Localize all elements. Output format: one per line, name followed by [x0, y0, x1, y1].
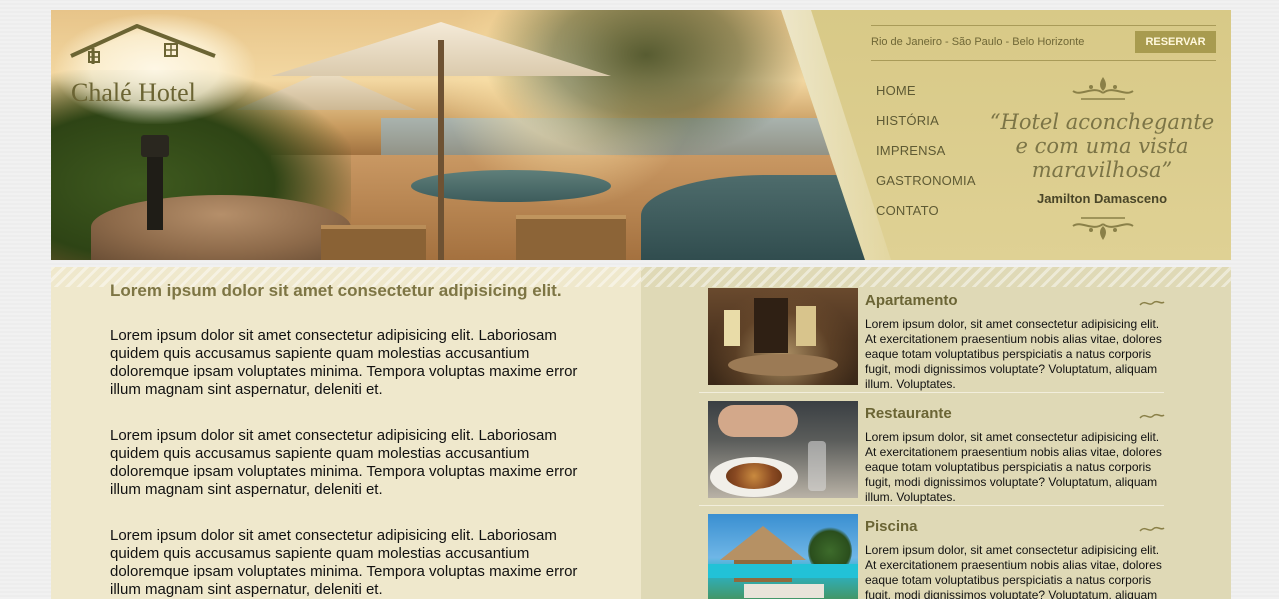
nav-item-gastronomia[interactable]: GASTRONOMIA — [876, 173, 976, 203]
feature-card-apartamento[interactable]: Apartamento Lorem ipsum dolor, sit amet … — [699, 288, 1165, 393]
card-title[interactable]: Piscina — [865, 518, 918, 535]
page-wrapper: Chalé Hotel Rio de Janeiro - São Paulo -… — [51, 10, 1231, 599]
city-list: Rio de Janeiro - São Paulo - Belo Horizo… — [871, 36, 1085, 48]
card-description: Lorem ipsum dolor, sit amet consectetur … — [865, 317, 1162, 391]
nav-item-imprensa[interactable]: IMPRENSA — [876, 143, 976, 173]
feature-card-restaurante[interactable]: Restaurante Lorem ipsum dolor, sit amet … — [699, 401, 1165, 506]
paragraph: Lorem ipsum dolor sit amet consectetur a… — [110, 327, 578, 398]
testimonial-quote: “Hotel aconchegante e com uma vista mara… — [989, 110, 1215, 182]
feature-card-piscina[interactable]: Piscina Lorem ipsum dolor, sit amet cons… — [699, 514, 1165, 599]
flourish-icon — [1139, 526, 1165, 532]
hero-banner-image: Chalé Hotel — [51, 10, 891, 260]
paragraph: Lorem ipsum dolor sit amet consectetur a… — [110, 527, 578, 598]
main-column: Lorem ipsum dolor sit amet consectetur a… — [51, 267, 641, 599]
nav-item-contato[interactable]: CONTATO — [876, 203, 976, 233]
restaurant-photo[interactable] — [708, 401, 858, 498]
testimonial-author: Jamilton Damasceno — [1036, 191, 1168, 206]
house-roof-icon — [70, 24, 216, 64]
page-headline: Lorem ipsum dolor sit amet consectetur a… — [110, 281, 562, 300]
ornament-icon — [1072, 217, 1134, 240]
paragraph: Lorem ipsum dolor sit amet consectetur a… — [110, 427, 578, 498]
flourish-icon — [1139, 300, 1165, 306]
ornament-icon — [1072, 77, 1134, 100]
reserve-button[interactable]: RESERVAR — [1135, 31, 1216, 53]
apartment-photo[interactable] — [708, 288, 858, 385]
pool-photo[interactable] — [708, 514, 858, 599]
divider — [871, 25, 1216, 26]
card-title[interactable]: Restaurante — [865, 405, 952, 422]
card-description: Lorem ipsum dolor, sit amet consectetur … — [865, 543, 1162, 599]
main-nav: HOME HISTÓRIA IMPRENSA GASTRONOMIA CONTA… — [876, 83, 976, 233]
site-logo[interactable]: Chalé Hotel — [55, 14, 255, 124]
content-area: Lorem ipsum dolor sit amet consectetur a… — [51, 267, 1231, 599]
brand-name: Chalé Hotel — [71, 78, 196, 107]
flourish-icon — [1139, 413, 1165, 419]
feature-sidebar: Apartamento Lorem ipsum dolor, sit amet … — [641, 267, 1231, 599]
card-description: Lorem ipsum dolor, sit amet consectetur … — [865, 430, 1162, 504]
site-header: Chalé Hotel Rio de Janeiro - São Paulo -… — [51, 10, 1231, 260]
nav-item-home[interactable]: HOME — [876, 83, 976, 113]
divider — [871, 60, 1216, 61]
nav-item-historia[interactable]: HISTÓRIA — [876, 113, 976, 143]
card-title[interactable]: Apartamento — [865, 292, 958, 309]
